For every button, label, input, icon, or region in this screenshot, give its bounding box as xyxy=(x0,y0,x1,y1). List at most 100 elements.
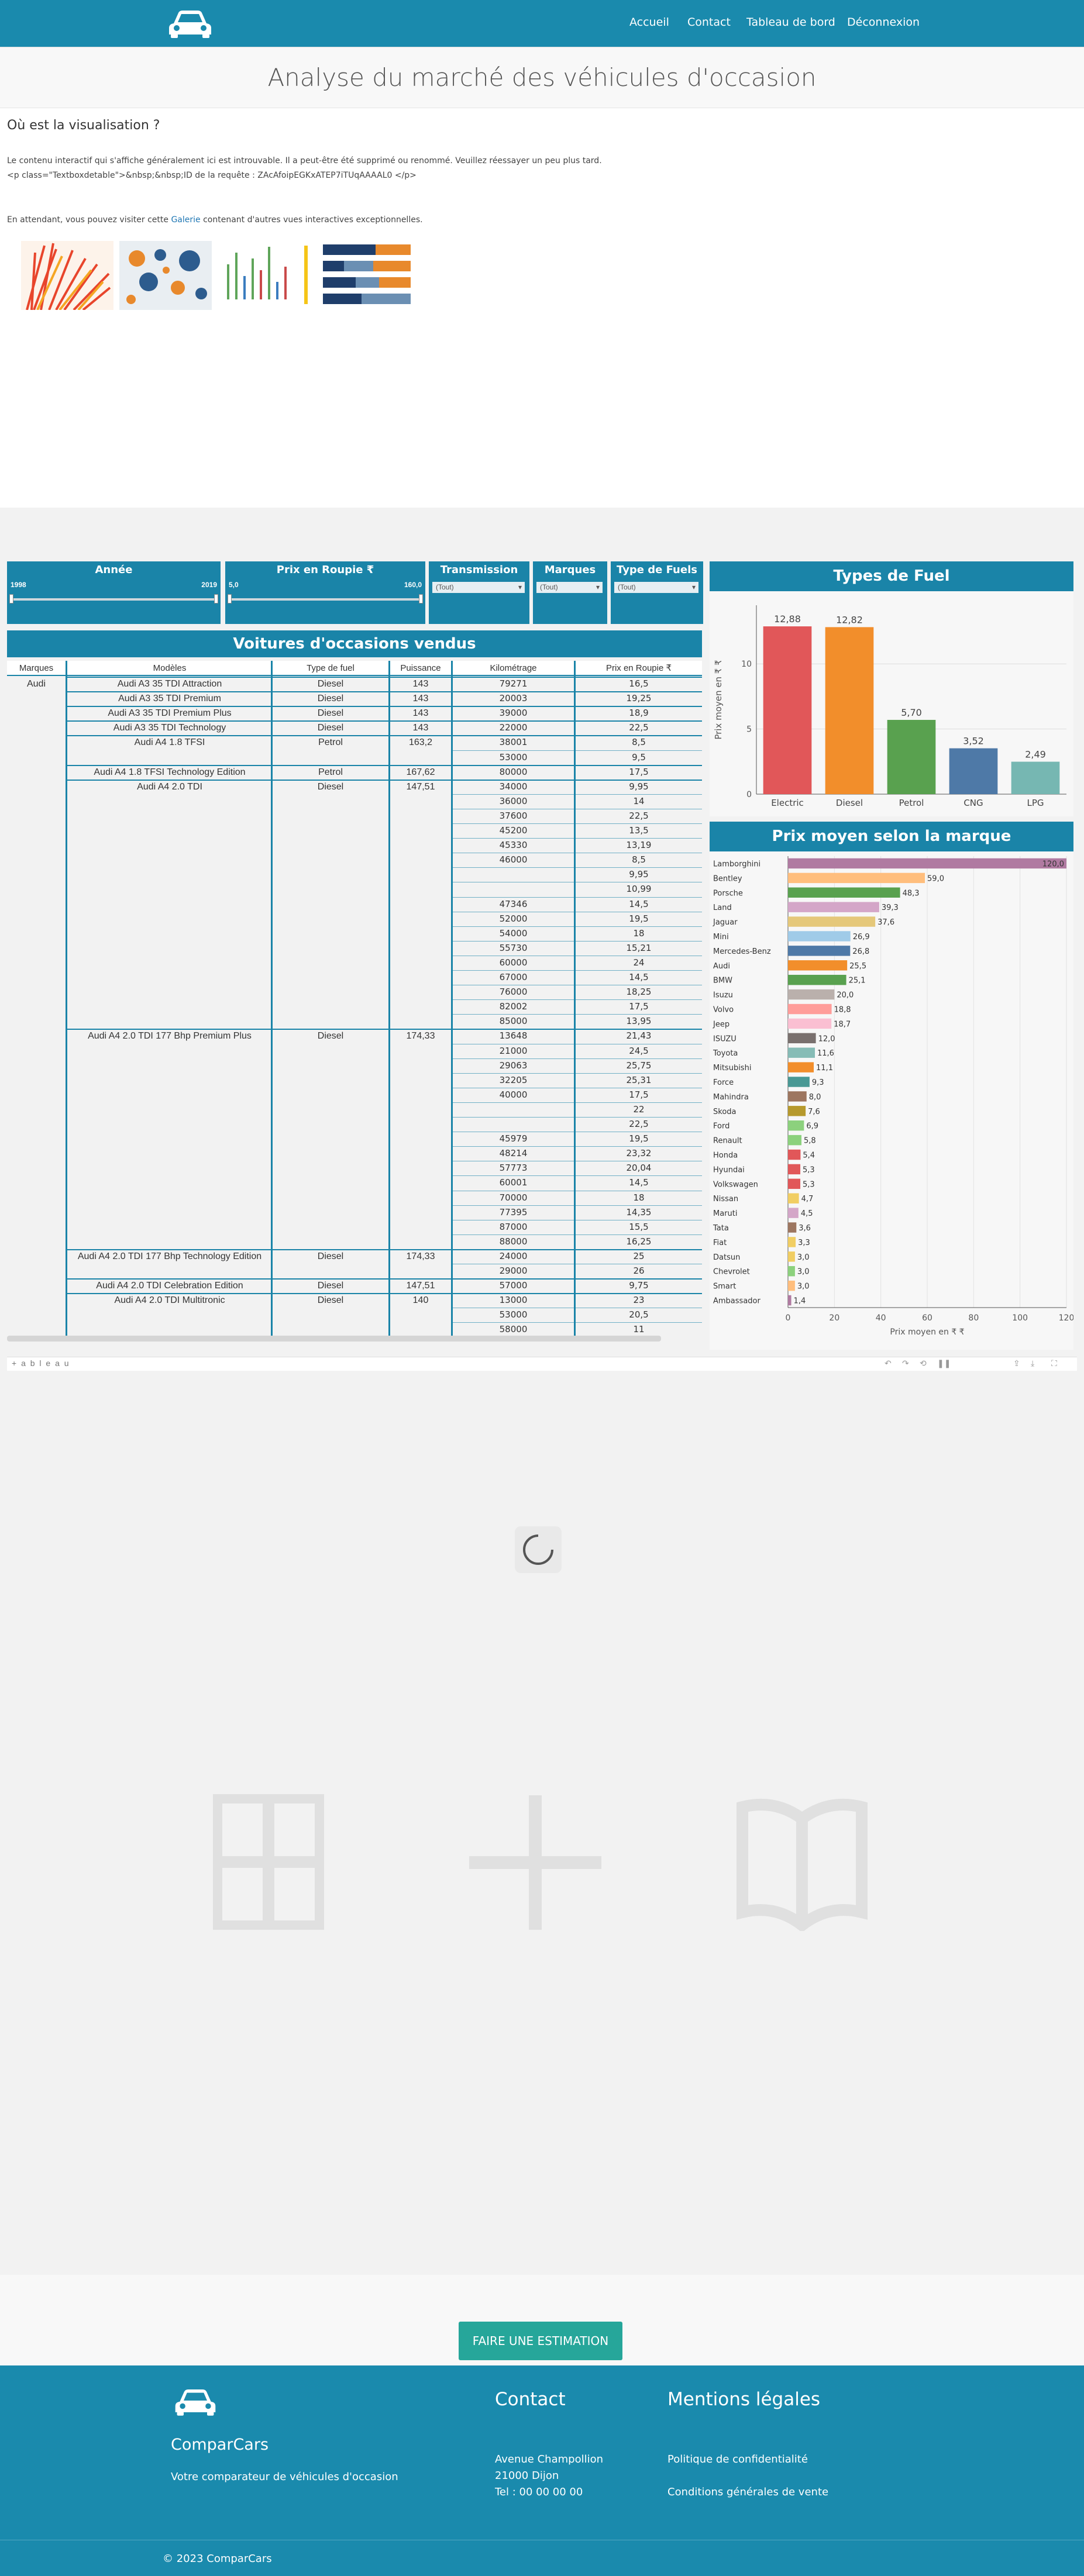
fuels-dropdown[interactable]: (Tout) xyxy=(614,582,698,593)
estimate-button[interactable]: FAIRE UNE ESTIMATION xyxy=(459,2322,622,2360)
fuel-bar-lpg[interactable] xyxy=(1011,761,1060,794)
table-row[interactable]: 55730 15,21 xyxy=(7,942,702,955)
brand-bar[interactable] xyxy=(788,1091,807,1102)
table-row[interactable]: 22,5 xyxy=(7,1118,702,1131)
column-header[interactable]: Marques xyxy=(7,661,66,676)
fuel-bar-chart[interactable]: 0 5 10 Prix moyen en ₹ ₹ 12,88 Electric 12,82 D… xyxy=(710,591,1073,816)
brand-bar[interactable] xyxy=(788,1003,832,1015)
column-header[interactable]: Kilométrage xyxy=(453,661,574,676)
undo-icon[interactable]: ↶ xyxy=(885,1358,892,1368)
brand-bar[interactable] xyxy=(788,1280,795,1291)
fuel-bar-cng[interactable] xyxy=(949,748,998,794)
table-row[interactable]: 29000 26 xyxy=(7,1264,702,1278)
annee-slider-min-handle[interactable] xyxy=(9,594,13,604)
table-row[interactable]: 53000 20,5 xyxy=(7,1308,702,1322)
table-row[interactable]: 58000 11 xyxy=(7,1323,702,1336)
brand-bar[interactable] xyxy=(788,1120,804,1131)
table-horizontal-scrollbar[interactable] xyxy=(7,1336,661,1342)
table-row[interactable]: 10,99 xyxy=(7,882,702,896)
download-icon[interactable]: ⤓ xyxy=(1031,1358,1034,1368)
table-row[interactable]: 76000 18,25 xyxy=(7,985,702,999)
brand-bar[interactable] xyxy=(788,1222,797,1233)
table-row[interactable]: 57773 20,04 xyxy=(7,1161,702,1175)
prix-slider-track[interactable] xyxy=(229,598,422,601)
revert-icon[interactable]: ⟲ xyxy=(920,1358,927,1368)
nav-link-accueil[interactable]: Accueil xyxy=(629,16,669,29)
table-row[interactable]: 48214 23,32 xyxy=(7,1147,702,1160)
brand-bar-chart[interactable]: 0 20 40 60 80 100 120 Prix moyen en ₹ ₹ Lamborgh… xyxy=(710,851,1073,1350)
brand-bar[interactable] xyxy=(788,1033,816,1044)
brand-bar[interactable] xyxy=(788,1018,832,1029)
table-row[interactable]: 9,95 xyxy=(7,868,702,881)
table-row[interactable]: 77395 14,35 xyxy=(7,1206,702,1219)
table-row[interactable]: 37600 22,5 xyxy=(7,809,702,823)
brand-bar[interactable] xyxy=(788,916,876,927)
table-row[interactable]: 22 xyxy=(7,1103,702,1116)
table-row[interactable]: 34000 9,95 xyxy=(7,780,702,794)
table-row[interactable]: 87000 15,5 xyxy=(7,1220,702,1234)
gallery-thumbnails[interactable] xyxy=(21,241,414,310)
fuel-bar-diesel[interactable] xyxy=(825,627,874,794)
brand-bar[interactable] xyxy=(788,1106,806,1116)
share-icon[interactable]: ⇪ xyxy=(1013,1358,1020,1368)
column-header[interactable]: Type de fuel xyxy=(273,661,388,676)
filter-transmission[interactable]: Transmission (Tout) xyxy=(429,561,529,624)
brand-bar[interactable] xyxy=(788,1062,814,1073)
table-row[interactable]: 45979 19,5 xyxy=(7,1132,702,1146)
nav-link-contact[interactable]: Contact xyxy=(687,16,731,29)
brand-bar[interactable] xyxy=(788,1266,795,1277)
table-row[interactable]: 45200 13,5 xyxy=(7,824,702,837)
pause-icon[interactable]: ❚❚ xyxy=(937,1358,951,1368)
column-header[interactable]: Prix en Roupie ₹ xyxy=(576,661,702,676)
table-row[interactable]: 46000 8,5 xyxy=(7,853,702,867)
marques-dropdown[interactable]: (Tout) xyxy=(536,582,603,593)
brand-bar[interactable] xyxy=(788,1149,801,1160)
brand-bar[interactable] xyxy=(788,1193,799,1203)
table-row[interactable]: 13000 23 xyxy=(7,1294,702,1307)
privacy-link[interactable]: Politique de confidentialité xyxy=(667,2453,808,2465)
brand-bar[interactable] xyxy=(788,946,851,956)
redo-icon[interactable]: ↷ xyxy=(902,1358,909,1368)
brand-bar[interactable] xyxy=(788,1251,795,1262)
brand-bar[interactable] xyxy=(788,1208,799,1218)
brand-bar[interactable] xyxy=(788,1047,815,1058)
table-row[interactable]: 29063 25,75 xyxy=(7,1059,702,1073)
terms-link[interactable]: Conditions générales de vente xyxy=(667,2486,828,2498)
brand-bar[interactable] xyxy=(788,989,835,1000)
table-row[interactable]: 70000 18 xyxy=(7,1191,702,1205)
gallery-link[interactable]: Galerie xyxy=(171,215,200,225)
brand-bar[interactable] xyxy=(788,1164,801,1175)
column-header[interactable]: Modèles xyxy=(67,661,272,676)
transmission-dropdown[interactable]: (Tout) xyxy=(432,582,525,593)
table-row[interactable]: 24000 25 xyxy=(7,1250,702,1263)
table-row[interactable]: 60001 14,5 xyxy=(7,1176,702,1189)
table-row[interactable]: 79271 16,5 xyxy=(7,677,702,691)
table-row[interactable]: 45330 13,19 xyxy=(7,839,702,852)
sales-table[interactable]: Marques Modèles Type de fuel Puissance Kilom… xyxy=(7,661,702,1336)
table-row[interactable]: 39000 18,9 xyxy=(7,706,702,720)
table-row[interactable]: 57000 9,75 xyxy=(7,1279,702,1292)
fullscreen-icon[interactable]: ⛶ xyxy=(1051,1358,1057,1368)
table-row[interactable]: 21000 24,5 xyxy=(7,1044,702,1058)
table-row[interactable]: 22000 22,5 xyxy=(7,721,702,734)
fuel-bar-electric[interactable] xyxy=(763,626,812,794)
filter-fuels[interactable]: Type de Fuels (Tout) xyxy=(611,561,703,624)
fuel-bar-petrol[interactable] xyxy=(887,720,936,794)
brand-bar[interactable] xyxy=(788,931,851,942)
brand-bar[interactable] xyxy=(788,902,879,912)
brand-bar[interactable] xyxy=(788,960,848,971)
brand-bar[interactable] xyxy=(788,887,900,898)
nav-link-deconnexion[interactable]: Déconnexion xyxy=(847,16,920,29)
table-row[interactable]: 80000 17,5 xyxy=(7,765,702,779)
annee-slider-max-handle[interactable] xyxy=(214,594,218,604)
filter-prix[interactable]: Prix en Roupie ₹ 5,0 160,0 xyxy=(225,561,425,624)
brand-bar[interactable] xyxy=(788,1077,810,1087)
brand-bar[interactable] xyxy=(788,1237,796,1247)
table-row[interactable]: 38001 8,5 xyxy=(7,736,702,749)
table-row[interactable]: 32205 25,31 xyxy=(7,1074,702,1087)
filter-annee[interactable]: Année 1998 2019 xyxy=(7,561,221,624)
filter-marques[interactable]: Marques (Tout) xyxy=(533,561,607,624)
car-logo-icon[interactable] xyxy=(166,6,215,39)
brand-bar[interactable] xyxy=(788,873,925,884)
table-row[interactable]: 20003 19,25 xyxy=(7,692,702,705)
